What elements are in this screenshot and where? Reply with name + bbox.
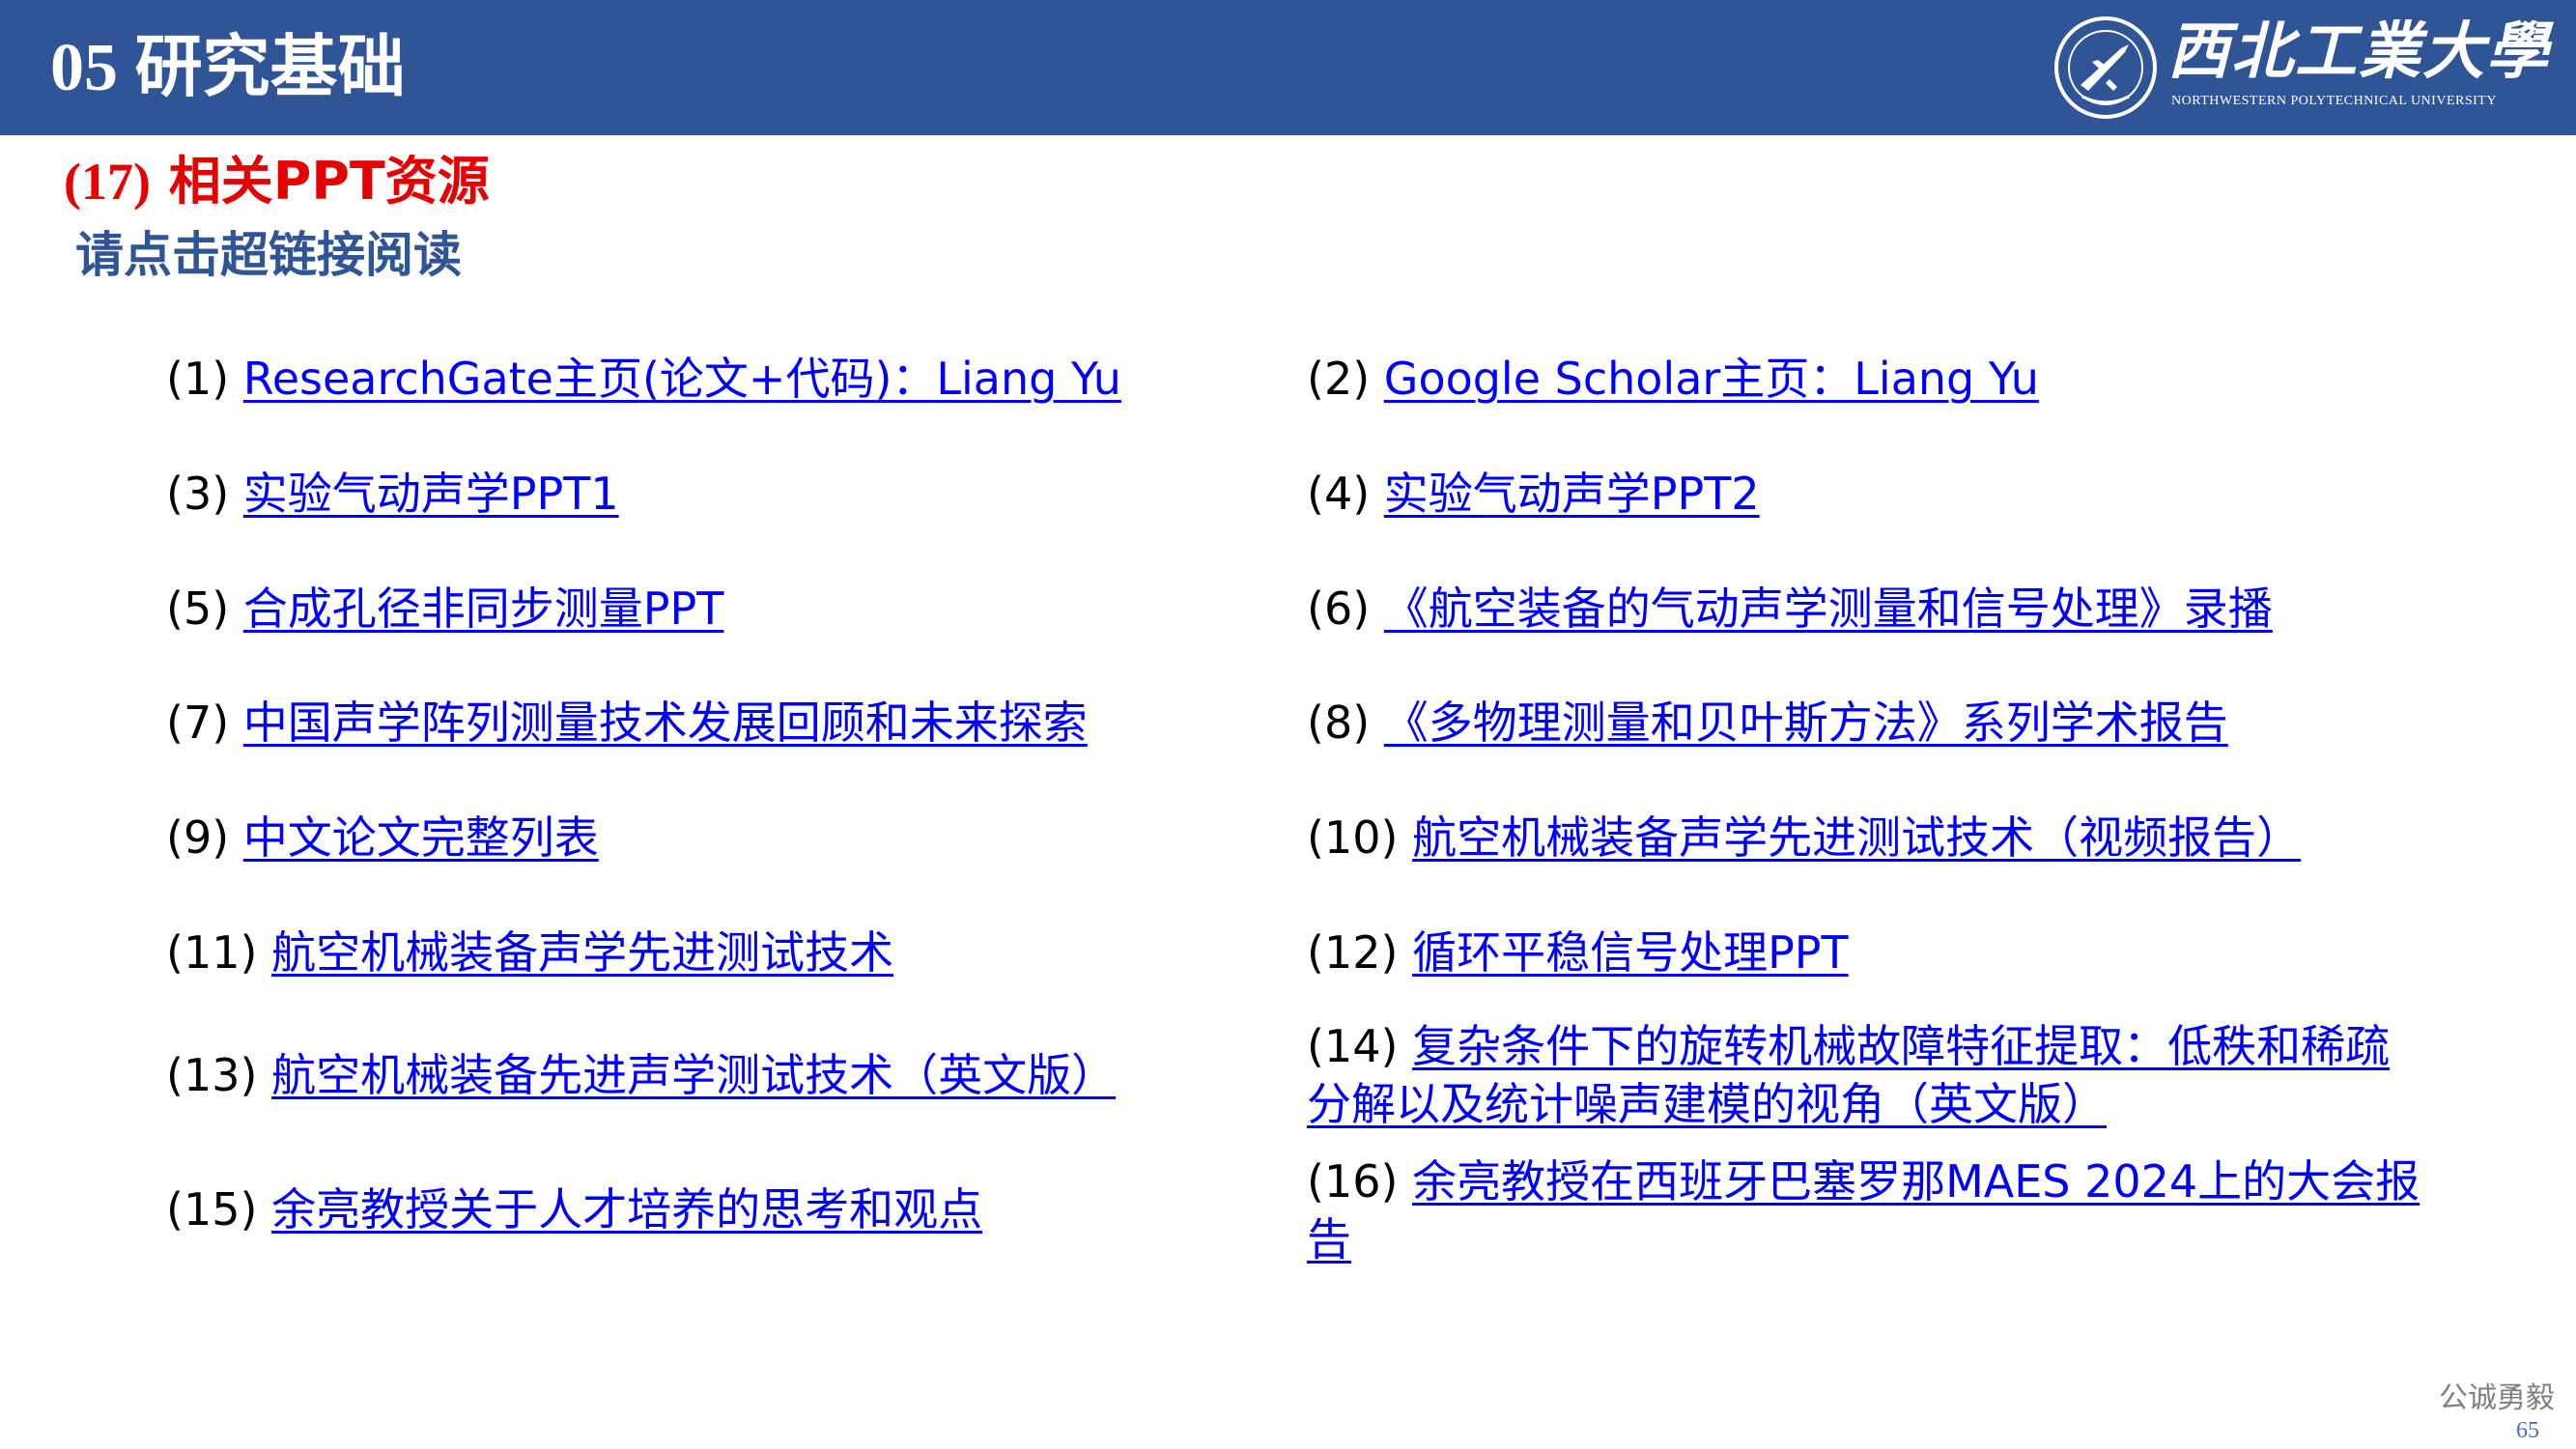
footer-motto: 公诚勇毅	[2439, 1381, 2555, 1415]
researchgate-link[interactable]: ResearchGate主页(论文+代码)：Liang Yu	[243, 353, 1121, 405]
resource-link-item: (2) Google Scholar主页：Liang Yu	[1307, 350, 2039, 408]
resource-link-item: (16) 余亮教授在西班牙巴塞罗那MAES 2024上的大会报告	[1307, 1152, 2427, 1268]
resource-link-item: (4) 实验气动声学PPT2	[1307, 465, 1760, 523]
resource-link[interactable]: 实验气动声学PPT1	[243, 468, 619, 520]
resource-link-item: (9) 中文论文完整列表	[166, 809, 599, 867]
instruction-text: 请点击超链接阅读	[75, 227, 462, 283]
resource-link-item: (8) 《多物理测量和贝叶斯方法》系列学术报告	[1307, 694, 2228, 752]
resource-link-item: (13) 航空机械装备先进声学测试技术（英文版）	[166, 1046, 1116, 1104]
link-number: (7)	[166, 696, 230, 749]
resource-link[interactable]: 中文论文完整列表	[243, 811, 599, 864]
resource-link[interactable]: 复杂条件下的旋转机械故障特征提取：低秩和稀疏分解以及统计噪声建模的视角（英文版）	[1307, 1020, 2390, 1130]
slide-title: 05 研究基础	[50, 31, 406, 105]
resource-link[interactable]: 航空机械装备声学先进测试技术（视频报告）	[1412, 811, 2301, 864]
header-bar: 05 研究基础 西北工業大學 NORTHWESTERN POLYTECHNICA…	[0, 0, 2576, 135]
page-number: 65	[2516, 1418, 2539, 1443]
section-number: (17)	[64, 153, 151, 211]
resource-link-item: (6) 《航空装备的气动声学测量和信号处理》录播	[1307, 580, 2273, 638]
resource-link-item: (15) 余亮教授关于人才培养的思考和观点	[166, 1180, 982, 1238]
resource-link[interactable]: 余亮教授在西班牙巴塞罗那MAES 2024上的大会报告	[1307, 1155, 2420, 1265]
link-number: (11)	[166, 926, 258, 979]
resource-link-item: (1) ResearchGate主页(论文+代码)：Liang Yu	[166, 350, 1121, 408]
link-number: (15)	[166, 1183, 258, 1236]
resource-link[interactable]: 中国声学阵列测量技术发展回顾和未来探索	[243, 696, 1088, 749]
resource-link-item: (7) 中国声学阵列测量技术发展回顾和未来探索	[166, 694, 1088, 752]
resource-link[interactable]: 余亮教授关于人才培养的思考和观点	[271, 1183, 982, 1236]
link-number: (13)	[166, 1049, 258, 1101]
link-number: (10)	[1307, 811, 1399, 864]
university-logo: 西北工業大學 NORTHWESTERN POLYTECHNICAL UNIVER…	[2046, 8, 2548, 128]
section-title-text: 相关PPT资源	[168, 151, 490, 212]
link-number: (5)	[166, 582, 230, 635]
resource-link[interactable]: 《多物理测量和贝叶斯方法》系列学术报告	[1384, 696, 2228, 749]
link-number: (3)	[166, 468, 230, 520]
resource-link[interactable]: 合成孔径非同步测量PPT	[243, 582, 724, 635]
resource-link-item: (10) 航空机械装备声学先进测试技术（视频报告）	[1307, 809, 2301, 867]
university-english-name: NORTHWESTERN POLYTECHNICAL UNIVERSITY	[2171, 94, 2497, 108]
resource-link[interactable]: 循环平稳信号处理PPT	[1412, 926, 1849, 979]
section-title: (17) 相关PPT资源	[64, 148, 490, 215]
google-scholar-link[interactable]: Google Scholar主页：Liang Yu	[1384, 353, 2039, 405]
link-number: (8)	[1307, 696, 1371, 749]
resource-link[interactable]: 航空机械装备先进声学测试技术（英文版）	[271, 1049, 1116, 1101]
resource-link-item: (5) 合成孔径非同步测量PPT	[166, 580, 723, 638]
resource-link[interactable]: 《航空装备的气动声学测量和信号处理》录播	[1384, 582, 2273, 635]
resource-link[interactable]: 航空机械装备声学先进测试技术	[271, 926, 893, 979]
resource-link-item: (14) 复杂条件下的旋转机械故障特征提取：低秩和稀疏分解以及统计噪声建模的视角…	[1307, 1017, 2427, 1133]
link-number: (6)	[1307, 582, 1371, 635]
university-seal-icon	[2054, 16, 2157, 119]
resource-link-item: (3) 实验气动声学PPT1	[166, 465, 619, 523]
link-number: (2)	[1307, 353, 1371, 405]
link-number: (12)	[1307, 926, 1399, 979]
university-name-logo-text: 西北工業大學	[2167, 15, 2550, 88]
link-number: (16)	[1307, 1155, 1399, 1208]
resource-link-item: (12) 循环平稳信号处理PPT	[1307, 923, 1849, 981]
resource-link-item: (11) 航空机械装备声学先进测试技术	[166, 923, 893, 981]
link-number: (1)	[166, 353, 230, 405]
resource-link[interactable]: 实验气动声学PPT2	[1384, 468, 1760, 520]
link-number: (9)	[166, 811, 230, 864]
link-number: (4)	[1307, 468, 1371, 520]
link-number: (14)	[1307, 1020, 1399, 1072]
